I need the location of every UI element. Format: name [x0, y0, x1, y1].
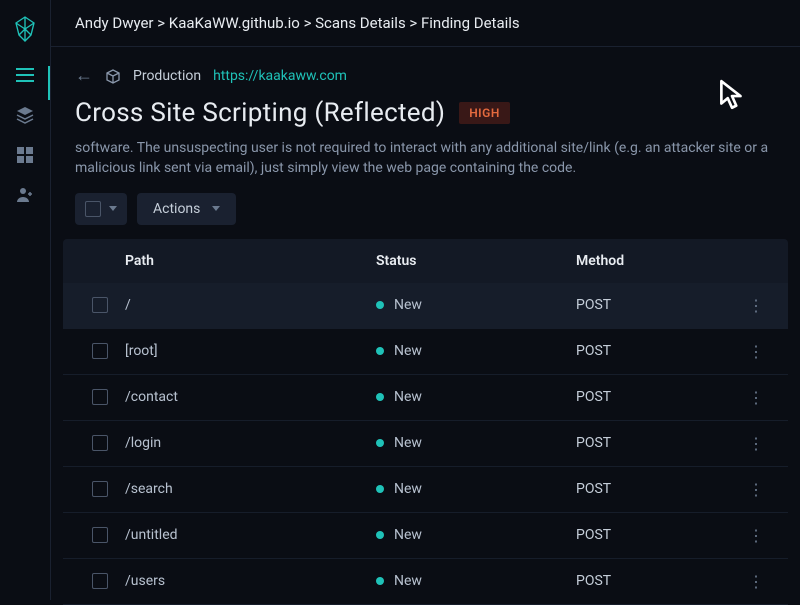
- row-more-icon[interactable]: ⋮: [736, 526, 776, 545]
- nav-user-add-icon[interactable]: [14, 184, 36, 206]
- status-dot-icon: [376, 393, 384, 401]
- package-icon: [105, 68, 121, 84]
- cell-status: New: [376, 343, 576, 359]
- cell-status: New: [376, 573, 576, 589]
- status-dot-icon: [376, 577, 384, 585]
- cell-path: [root]: [125, 343, 376, 359]
- cell-method: POST: [576, 389, 736, 405]
- nav-layers-icon[interactable]: [14, 104, 36, 126]
- row-checkbox[interactable]: [92, 343, 108, 359]
- table-row[interactable]: /loginNewPOST⋮: [63, 421, 788, 467]
- breadcrumb[interactable]: Andy Dwyer > KaaKaWW.github.io > Scans D…: [51, 0, 800, 47]
- cell-status: New: [376, 527, 576, 543]
- severity-badge: HIGH: [459, 102, 510, 124]
- cell-path: /users: [125, 573, 376, 589]
- actions-button[interactable]: Actions: [137, 193, 236, 225]
- target-url-link[interactable]: https://kaakaww.com: [213, 68, 347, 84]
- cell-method: POST: [576, 481, 736, 497]
- table-row[interactable]: /usersNewPOST⋮: [63, 559, 788, 605]
- cell-status: New: [376, 297, 576, 313]
- cell-method: POST: [576, 343, 736, 359]
- nav-grid-icon[interactable]: [14, 144, 36, 166]
- row-more-icon[interactable]: ⋮: [736, 296, 776, 315]
- row-checkbox[interactable]: [92, 435, 108, 451]
- chevron-down-icon: [109, 206, 117, 211]
- column-path[interactable]: Path: [125, 253, 376, 269]
- row-more-icon[interactable]: ⋮: [736, 342, 776, 361]
- select-all-checkbox[interactable]: [75, 193, 127, 225]
- findings-table: Path Status Method /NewPOST⋮[root]NewPOS…: [63, 239, 788, 605]
- cell-path: /untitled: [125, 527, 376, 543]
- cell-method: POST: [576, 297, 736, 313]
- cell-status: New: [376, 389, 576, 405]
- checkbox-icon: [85, 201, 101, 217]
- actions-label: Actions: [153, 201, 200, 217]
- cell-path: /login: [125, 435, 376, 451]
- table-row[interactable]: /searchNewPOST⋮: [63, 467, 788, 513]
- row-checkbox[interactable]: [92, 527, 108, 543]
- back-arrow-icon[interactable]: ←: [75, 65, 93, 86]
- row-more-icon[interactable]: ⋮: [736, 480, 776, 499]
- cell-status: New: [376, 481, 576, 497]
- column-status[interactable]: Status: [376, 253, 576, 269]
- row-more-icon[interactable]: ⋮: [736, 434, 776, 453]
- app-logo[interactable]: [8, 12, 42, 46]
- table-row[interactable]: /contactNewPOST⋮: [63, 375, 788, 421]
- cell-method: POST: [576, 573, 736, 589]
- sidebar: [0, 0, 50, 600]
- table-row[interactable]: [root]NewPOST⋮: [63, 329, 788, 375]
- table-row[interactable]: /NewPOST⋮: [63, 283, 788, 329]
- status-dot-icon: [376, 531, 384, 539]
- row-checkbox[interactable]: [92, 481, 108, 497]
- row-checkbox[interactable]: [92, 573, 108, 589]
- nav-menu-icon[interactable]: [14, 64, 36, 86]
- active-nav-indicator: [48, 66, 50, 100]
- finding-title: Cross Site Scripting (Reflected): [75, 98, 445, 128]
- environment-label: Production: [133, 68, 201, 84]
- status-dot-icon: [376, 439, 384, 447]
- row-more-icon[interactable]: ⋮: [736, 572, 776, 591]
- status-dot-icon: [376, 347, 384, 355]
- row-more-icon[interactable]: ⋮: [736, 388, 776, 407]
- table-header: Path Status Method: [63, 239, 788, 283]
- cell-method: POST: [576, 435, 736, 451]
- cell-method: POST: [576, 527, 736, 543]
- cell-status: New: [376, 435, 576, 451]
- row-checkbox[interactable]: [92, 389, 108, 405]
- status-dot-icon: [376, 301, 384, 309]
- chevron-down-icon: [212, 206, 220, 211]
- finding-description: software. The unsuspecting user is not r…: [51, 138, 800, 193]
- cell-path: /contact: [125, 389, 376, 405]
- column-method[interactable]: Method: [576, 253, 736, 269]
- status-dot-icon: [376, 485, 384, 493]
- cell-path: /: [125, 297, 376, 313]
- table-row[interactable]: /untitledNewPOST⋮: [63, 513, 788, 559]
- cell-path: /search: [125, 481, 376, 497]
- row-checkbox[interactable]: [92, 297, 108, 313]
